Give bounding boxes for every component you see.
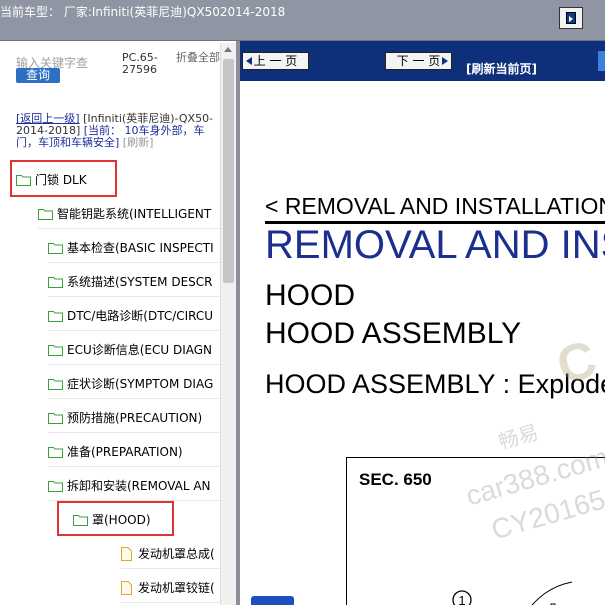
fold-all-link[interactable]: 折叠全部 — [176, 52, 220, 64]
refresh-link[interactable]: [刷新] — [123, 136, 154, 149]
folder-icon — [48, 277, 63, 288]
document-title: REMOVAL AND INSTALLATION — [265, 223, 605, 267]
separator — [48, 398, 220, 399]
left-scrollbar[interactable] — [220, 43, 236, 605]
side-tab-button[interactable] — [598, 51, 605, 71]
folder-icon — [48, 447, 63, 458]
svg-text:1: 1 — [458, 593, 465, 605]
folder-icon — [48, 413, 63, 424]
separator — [121, 568, 220, 569]
tree-item-precaution[interactable]: 预防措施(PRECAUTION) — [48, 410, 202, 426]
section-heading-exploded-view: HOOD ASSEMBLY : Exploded View — [265, 369, 605, 399]
viewer-scroll-handle[interactable] — [251, 596, 294, 605]
separator — [48, 296, 220, 297]
tree-item-basic-inspection[interactable]: 基本检查(BASIC INSPECTI — [48, 240, 214, 256]
document-icon — [121, 581, 132, 595]
document-viewer: 上 一 页 下 一 页 [刷新当前页] < REMOVAL AND INSTAL… — [240, 41, 605, 605]
arrow-right-icon — [442, 57, 448, 65]
folder-icon — [48, 311, 63, 322]
tree-item-hood-assembly[interactable]: 发动机罩总成( — [121, 546, 215, 562]
page-navigation-bar: 上 一 页 下 一 页 [刷新当前页] — [240, 41, 605, 81]
tree-item-dtc-circuit[interactable]: DTC/电路诊断(DTC/CIRCU — [48, 308, 213, 324]
tree-item-intelligent-key[interactable]: 智能钥匙系统(INTELLIGENT — [38, 206, 211, 222]
search-button[interactable]: 查询 — [16, 68, 60, 83]
tree-item-symptom-diagnosis[interactable]: 症状诊断(SYMPTOM DIAG — [48, 376, 213, 392]
tree-item-system-description[interactable]: 系统描述(SYSTEM DESCR — [48, 274, 212, 290]
watermark-text: 畅易 — [496, 421, 541, 454]
arrow-left-icon — [246, 57, 252, 65]
tree-item-ecu-diagnosis[interactable]: ECU诊断信息(ECU DIAGN — [48, 342, 212, 358]
separator — [48, 364, 220, 365]
tree-item-removal-installation[interactable]: 拆卸和安装(REMOVAL AN — [48, 478, 211, 494]
folder-icon — [48, 481, 63, 492]
section-heading-hood-assembly: HOOD ASSEMBLY — [265, 317, 522, 350]
separator — [48, 432, 220, 433]
pc-code-label: PC.65-27596 — [122, 51, 158, 76]
play-icon — [566, 12, 576, 24]
highlight-box-hood — [57, 501, 174, 536]
separator — [38, 228, 220, 229]
separator — [48, 330, 220, 331]
folder-icon — [48, 243, 63, 254]
scroll-up-arrow-icon[interactable] — [224, 47, 232, 52]
toggle-panel-button[interactable] — [559, 7, 583, 29]
highlight-box-door-lock — [10, 160, 117, 197]
next-page-button[interactable]: 下 一 页 — [385, 52, 452, 70]
prev-page-button[interactable]: 上 一 页 — [242, 52, 309, 70]
folder-icon — [48, 345, 63, 356]
scrollbar-thumb[interactable] — [223, 59, 234, 283]
breadcrumb: [返回上一级] [Infiniti(英菲尼迪)-QX50-2014-2018] … — [16, 113, 221, 149]
document-header: < REMOVAL AND INSTALLATION > — [265, 193, 605, 219]
left-navigation-panel: 输入关键字查 查询 PC.65-27596 折叠全部 [返回上一级] [Infi… — [0, 41, 236, 605]
separator — [48, 262, 220, 263]
separator — [121, 602, 220, 603]
document-icon — [121, 547, 132, 561]
title-bar: 当前车型： 厂家:Infiniti(英菲尼迪)QX502014-2018 — [0, 0, 605, 41]
separator — [48, 466, 220, 467]
window-title: 当前车型： 厂家:Infiniti(英菲尼迪)QX502014-2018 — [0, 5, 286, 19]
tree-item-hood-hinge[interactable]: 发动机罩铰链( — [121, 580, 215, 596]
refresh-page-button[interactable]: [刷新当前页] — [466, 60, 537, 77]
section-heading-hood: HOOD — [265, 279, 355, 312]
folder-icon — [38, 209, 53, 220]
folder-icon — [48, 379, 63, 390]
tree-item-preparation[interactable]: 准备(PREPARATION) — [48, 444, 183, 460]
